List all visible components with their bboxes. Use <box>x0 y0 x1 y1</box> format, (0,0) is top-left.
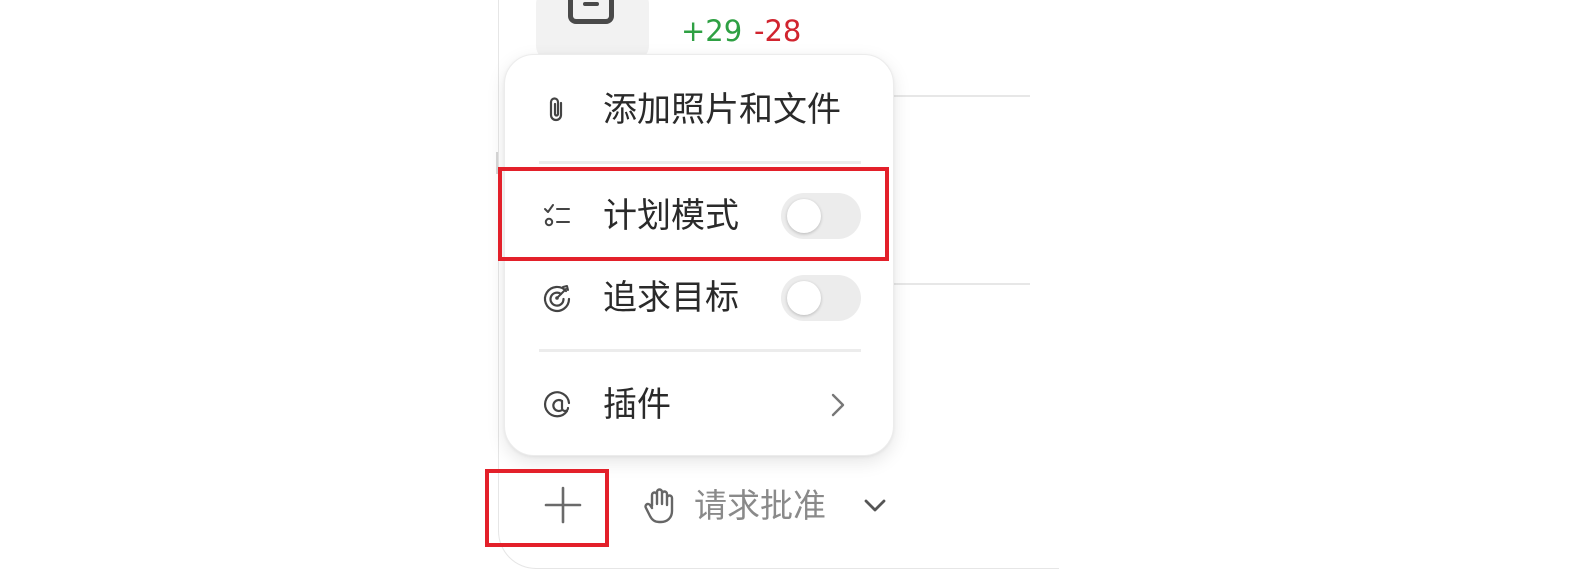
pursue-goal-toggle[interactable] <box>781 275 861 321</box>
highlight-plan-mode <box>498 167 889 261</box>
menu-item-label: 添加照片和文件 <box>603 90 841 130</box>
panel-divider <box>894 95 1030 97</box>
diff-added-count: +29 <box>681 14 743 48</box>
hand-icon <box>644 488 674 524</box>
request-approval-label: 请求批准 <box>694 486 826 525</box>
menu-item-label: 插件 <box>603 385 671 425</box>
paperclip-icon <box>549 97 563 122</box>
menu-item-plugins[interactable]: 插件 <box>505 370 895 440</box>
target-icon <box>543 285 571 313</box>
chevron-right-icon <box>831 393 845 417</box>
menu-item-label: 追求目标 <box>603 278 739 318</box>
menu-item-attach[interactable]: 添加照片和文件 <box>505 75 895 145</box>
toggle-knob <box>787 281 821 315</box>
menu-item-pursue-goal[interactable]: 追求目标 <box>505 263 895 333</box>
diff-removed-count: -28 <box>754 14 802 48</box>
plus-icon[interactable] <box>544 486 582 524</box>
menu-separator <box>539 161 861 164</box>
chevron-down-icon <box>864 499 886 512</box>
file-icon <box>568 0 614 24</box>
menu-separator <box>539 349 861 352</box>
panel-divider <box>894 283 1030 285</box>
plugin-icon <box>543 391 571 418</box>
